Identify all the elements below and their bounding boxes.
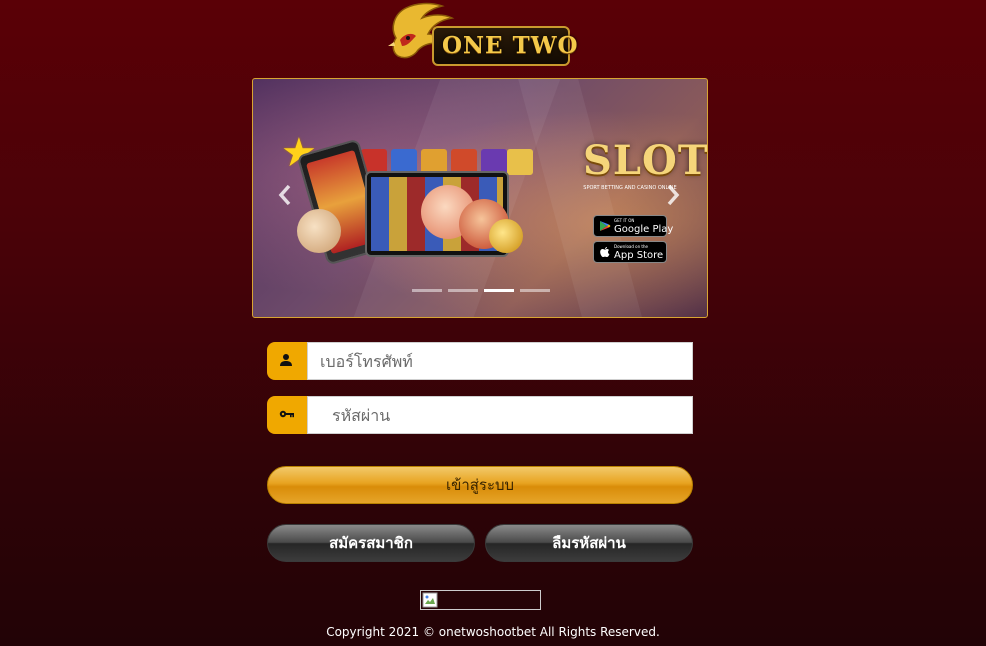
google-play-badge[interactable]: GET IT ON Google Play (593, 215, 673, 237)
password-input[interactable] (307, 396, 693, 434)
register-button[interactable]: สมัครสมาชิก (267, 524, 475, 562)
mascot-mouse-image (297, 209, 341, 253)
slot-title: SLOT (583, 137, 708, 184)
app-store-small: Download on the (614, 244, 648, 249)
broken-image (420, 590, 541, 610)
login-button[interactable]: เข้าสู่ระบบ (267, 466, 693, 504)
carousel-indicator-1[interactable] (412, 289, 442, 292)
carousel-next-button[interactable] (665, 183, 681, 214)
key-icon (279, 410, 294, 418)
carousel-prev-button[interactable] (277, 183, 293, 214)
gold-coin-image (489, 219, 523, 253)
password-field-addon (267, 396, 307, 434)
user-icon (280, 354, 292, 366)
app-store-badge[interactable]: Download on the App Store (593, 241, 667, 263)
banner-decoration (512, 79, 654, 317)
app-store-label: App Store (614, 250, 664, 261)
password-field (267, 396, 693, 434)
carousel-indicator-3[interactable] (484, 289, 514, 292)
google-play-icon (600, 221, 611, 231)
logo-wordmark: ONE TWO (432, 26, 578, 66)
promo-carousel[interactable]: ★ SLOT SPORT BETTING AND CASINO ONLINE G… (252, 78, 708, 318)
google-play-small: GET IT ON (614, 218, 635, 223)
chevron-right-icon (667, 184, 680, 206)
phone-input[interactable] (307, 342, 693, 380)
logo-text: ONE TWO (442, 32, 579, 59)
carousel-indicator-2[interactable] (448, 289, 478, 292)
carousel-indicator-4[interactable] (520, 289, 550, 292)
phone-field (267, 342, 693, 380)
chevron-left-icon (278, 184, 291, 206)
copyright-text: Copyright 2021 © onetwoshootbet All Righ… (326, 625, 660, 639)
phone-field-addon (267, 342, 307, 380)
forgot-password-button[interactable]: ลืมรหัสผ่าน (485, 524, 693, 562)
logo[interactable]: ONE TWO (386, 0, 578, 70)
google-play-label: Google Play (614, 224, 674, 235)
apple-icon (600, 247, 610, 257)
broken-image-icon (422, 592, 438, 608)
